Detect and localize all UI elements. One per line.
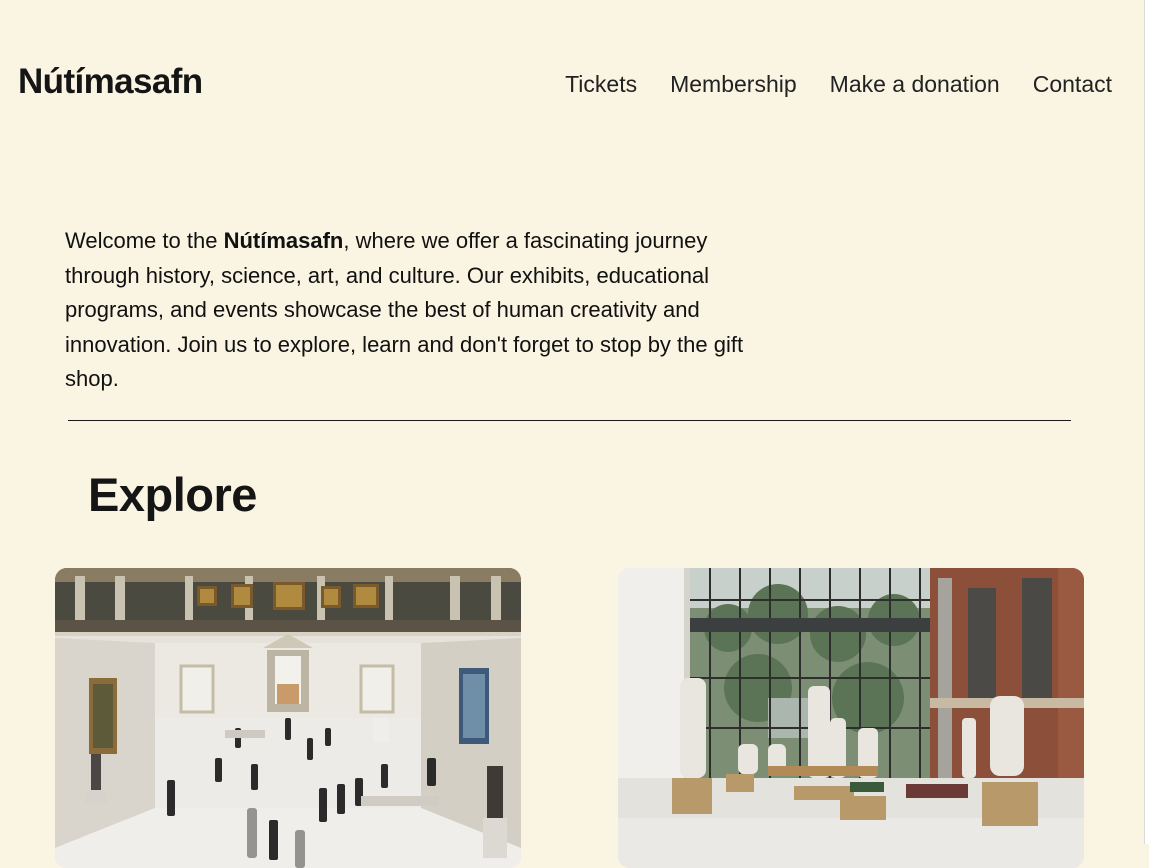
nav-link-contact[interactable]: Contact (1033, 69, 1112, 99)
intro-museum-name: Nútímasafn (223, 228, 344, 253)
site-header: Nútímasafn Tickets Membership Make a don… (0, 0, 1144, 170)
nav-link-tickets[interactable]: Tickets (565, 69, 637, 99)
main-nav: Tickets Membership Make a donation Conta… (565, 69, 1112, 99)
intro-text-start: Welcome to the (65, 228, 224, 253)
nav-link-membership[interactable]: Membership (670, 69, 797, 99)
intro-paragraph: Welcome to the Nútímasafn, where we offe… (65, 224, 755, 397)
sculpture-atrium-photo (618, 568, 1084, 868)
explore-heading: Explore (88, 468, 257, 521)
scrollbar[interactable] (1144, 0, 1149, 844)
section-divider (68, 420, 1071, 421)
explore-card-gallery-hall[interactable] (55, 568, 521, 868)
explore-card-sculpture-atrium[interactable] (618, 568, 1084, 868)
nav-link-donation[interactable]: Make a donation (830, 69, 1000, 99)
gallery-hall-photo (55, 568, 521, 868)
site-logo[interactable]: Nútímasafn (18, 62, 203, 102)
